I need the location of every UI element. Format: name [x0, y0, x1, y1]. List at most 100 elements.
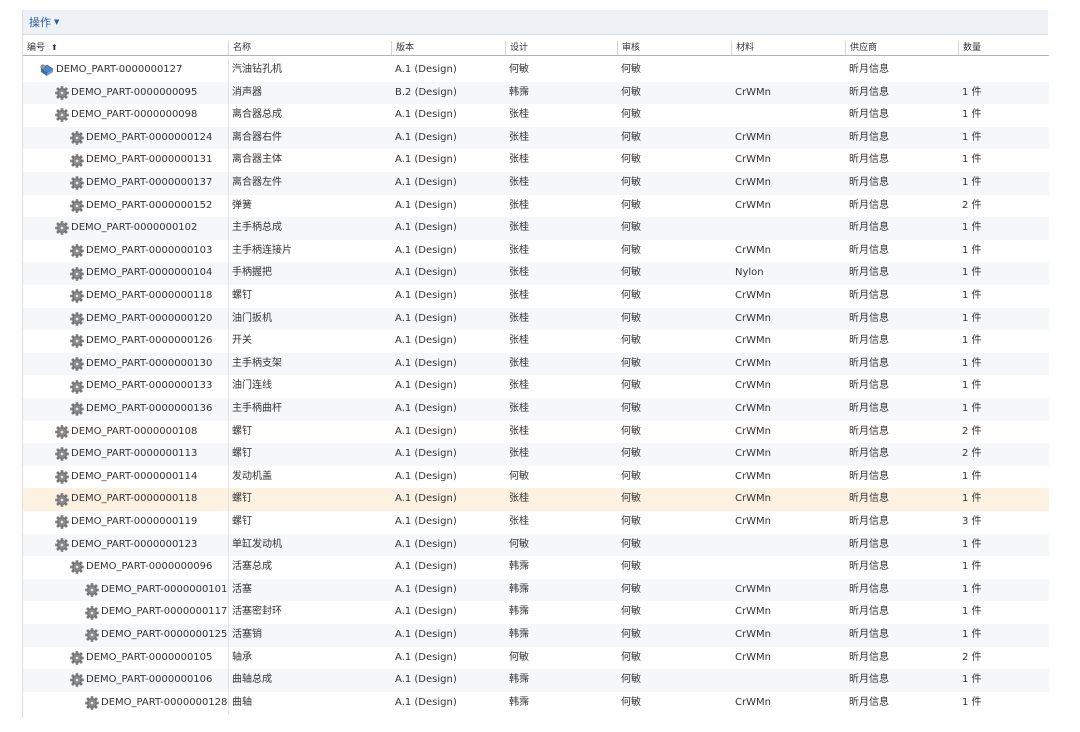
part-number-link[interactable]: DEMO_PART-0000000133 — [86, 375, 212, 398]
part-number-link[interactable]: DEMO_PART-0000000119 — [71, 511, 197, 534]
gear-part-icon[interactable] — [69, 673, 85, 688]
column-header-version[interactable]: 版本 — [391, 41, 505, 55]
part-number-link[interactable]: DEMO_PART-0000000118 — [71, 488, 197, 511]
gear-part-icon[interactable] — [69, 266, 85, 281]
action-menu-button[interactable]: 操作 ▼ — [29, 14, 59, 30]
cell-material: CrWMn — [735, 651, 771, 663]
column-header-review[interactable]: 审核 — [617, 41, 731, 55]
table-row[interactable]: DEMO_PART-0000000098 离合器总成 A.1 (Design) 张桂 何… — [23, 104, 1049, 127]
part-number-link[interactable]: DEMO_PART-0000000123 — [71, 534, 197, 557]
table-row[interactable]: DEMO_PART-0000000105 轴承 A.1 (Design) 何敏 何敏 Cr… — [23, 646, 1049, 670]
table-row[interactable]: DEMO_PART-0000000125 活塞销 A.1 (Design) 韩霈 何敏 C… — [23, 624, 1049, 647]
cell-version: A.1 (Design) — [395, 290, 457, 301]
part-number-link[interactable]: DEMO_PART-0000000152 — [86, 195, 212, 218]
table-row[interactable]: DEMO_PART-0000000102 主手柄总成 A.1 (Design) 张桂 何… — [23, 217, 1049, 240]
part-number-link[interactable]: DEMO_PART-0000000131 — [86, 149, 212, 172]
column-header-quantity[interactable]: 数量 — [958, 41, 1049, 55]
table-row[interactable]: DEMO_PART-0000000103 主手柄连接片 A.1 (Design) 张桂… — [23, 239, 1049, 263]
gear-part-icon[interactable] — [54, 515, 70, 529]
part-number-link[interactable]: DEMO_PART-0000000114 — [71, 466, 197, 489]
table-row[interactable]: DEMO_PART-0000000119 螺钉 A.1 (Design) 张桂 何敏 Cr… — [23, 511, 1049, 534]
gear-part-icon[interactable] — [54, 470, 70, 484]
table-row[interactable]: DEMO_PART-0000000137 离合器左件 A.1 (Design) 张桂 何… — [23, 172, 1049, 195]
part-number-link[interactable]: DEMO_PART-0000000136 — [86, 398, 212, 421]
column-header-number[interactable]: 编号 ⬆ — [23, 41, 228, 55]
sort-up-icon[interactable]: ⬆ — [51, 43, 58, 52]
table-row[interactable]: DEMO_PART-0000000118 螺钉 A.1 (Design) 张桂 何敏 Cr… — [23, 488, 1049, 511]
table-row[interactable]: DEMO_PART-0000000124 离合器右件 A.1 (Design) 张桂 何… — [23, 126, 1049, 150]
table-row[interactable]: DEMO_PART-0000000106 曲轴总成 A.1 (Design) 韩霈 何敏… — [23, 669, 1049, 692]
part-number-link[interactable]: DEMO_PART-0000000101 — [101, 579, 227, 602]
gear-part-icon[interactable] — [69, 244, 85, 258]
gear-part-icon[interactable] — [69, 153, 85, 168]
gear-part-icon[interactable] — [69, 357, 85, 371]
part-number-link[interactable]: DEMO_PART-0000000095 — [71, 82, 197, 105]
column-header-material[interactable]: 材料 — [731, 41, 845, 55]
part-number-link[interactable]: DEMO_PART-0000000102 — [71, 217, 197, 240]
table-row[interactable]: DEMO_PART-0000000126 开关 A.1 (Design) 张桂 何敏 Cr… — [23, 330, 1049, 353]
part-number-link[interactable]: DEMO_PART-0000000120 — [86, 308, 212, 331]
table-row[interactable]: DEMO_PART-0000000113 螺钉 A.1 (Design) 张桂 何敏 Cr… — [23, 443, 1049, 466]
part-number-link[interactable]: DEMO_PART-0000000126 — [86, 330, 212, 353]
table-row[interactable]: DEMO_PART-0000000136 主手柄曲杆 A.1 (Design) 张桂 何… — [23, 398, 1049, 421]
table-row[interactable]: DEMO_PART-0000000096 活塞总成 A.1 (Design) 韩霈 何敏… — [23, 556, 1049, 579]
gear-part-icon[interactable] — [69, 402, 85, 416]
part-number-link[interactable]: DEMO_PART-0000000125 — [101, 624, 227, 647]
table-row[interactable]: DEMO_PART-0000000104 手柄握把 A.1 (Design) 张桂 何敏… — [23, 262, 1049, 285]
table-row[interactable]: DEMO_PART-0000000118 螺钉 A.1 (Design) 张桂 何敏 Cr… — [23, 285, 1049, 308]
gear-part-icon[interactable] — [54, 538, 70, 552]
table-row[interactable]: DEMO_PART-0000000108 螺钉 A.1 (Design) 张桂 何敏 Cr… — [23, 420, 1049, 444]
table-row[interactable]: DEMO_PART-0000000133 油门连线 A.1 (Design) 张桂 何敏… — [23, 375, 1049, 398]
table-row[interactable]: DEMO_PART-0000000120 油门扳机 A.1 (Design) 张桂 何敏… — [23, 307, 1049, 331]
gear-part-icon[interactable] — [84, 628, 100, 642]
gear-part-icon[interactable] — [54, 447, 70, 462]
column-header-supplier[interactable]: 供应商 — [845, 41, 958, 55]
gear-part-icon[interactable] — [84, 605, 100, 620]
part-number-link[interactable]: DEMO_PART-0000000130 — [86, 353, 212, 376]
gear-part-icon[interactable] — [54, 86, 70, 100]
table-row[interactable]: DEMO_PART-0000000128 曲轴 A.1 (Design) 韩霈 何敏 Cr… — [23, 691, 1049, 715]
gear-part-icon[interactable] — [69, 651, 85, 665]
part-number-link[interactable]: DEMO_PART-0000000103 — [86, 240, 212, 263]
part-number-link[interactable]: DEMO_PART-0000000117 — [101, 601, 227, 624]
table-row[interactable]: DEMO_PART-0000000123 单缸发动机 A.1 (Design) 何敏 何… — [23, 533, 1049, 557]
assembly-icon[interactable] — [39, 63, 55, 77]
gear-part-icon[interactable] — [69, 560, 85, 575]
table-row[interactable]: DEMO_PART-0000000130 主手柄支架 A.1 (Design) 张桂 何… — [23, 352, 1049, 376]
table-row[interactable]: DEMO_PART-0000000127 汽油钻孔机 A.1 (Design) 何敏 何… — [23, 59, 1049, 82]
table-row[interactable]: DEMO_PART-0000000152 弹簧 A.1 (Design) 张桂 何敏 Cr… — [23, 194, 1049, 218]
table-row[interactable]: DEMO_PART-0000000095 消声器 B.2 (Design) 韩霈 何敏 C… — [23, 81, 1049, 105]
part-number-link[interactable]: DEMO_PART-0000000113 — [71, 443, 197, 466]
part-number-link[interactable]: DEMO_PART-0000000105 — [86, 647, 212, 670]
column-header-name[interactable]: 名称 — [228, 41, 391, 55]
part-number-link[interactable]: DEMO_PART-0000000104 — [86, 262, 212, 285]
table-row[interactable]: DEMO_PART-0000000131 离合器主体 A.1 (Design) 张桂 何… — [23, 149, 1049, 172]
column-header-design[interactable]: 设计 — [505, 41, 617, 55]
gear-part-icon[interactable] — [69, 131, 85, 145]
part-number-link[interactable]: DEMO_PART-0000000106 — [86, 669, 212, 692]
gear-part-icon[interactable] — [54, 221, 70, 236]
part-number-link[interactable]: DEMO_PART-0000000137 — [86, 172, 212, 195]
gear-part-icon[interactable] — [84, 583, 100, 597]
part-number-link[interactable]: DEMO_PART-0000000127 — [56, 59, 182, 82]
part-number-link[interactable]: DEMO_PART-0000000096 — [86, 556, 212, 579]
gear-part-icon[interactable] — [54, 492, 70, 507]
table-row[interactable]: DEMO_PART-0000000114 发动机盖 A.1 (Design) 何敏 何敏… — [23, 465, 1049, 489]
gear-part-icon[interactable] — [69, 312, 85, 326]
part-number-link[interactable]: DEMO_PART-0000000128 — [101, 692, 227, 715]
table-row[interactable]: DEMO_PART-0000000117 活塞密封环 A.1 (Design) 韩霈 何… — [23, 601, 1049, 624]
cell-design: 张桂 — [509, 267, 529, 279]
gear-part-icon[interactable] — [69, 199, 85, 213]
gear-part-icon[interactable] — [69, 289, 85, 303]
gear-part-icon[interactable] — [84, 696, 100, 710]
gear-part-icon[interactable] — [69, 176, 85, 190]
part-number-link[interactable]: DEMO_PART-0000000124 — [86, 127, 212, 150]
gear-part-icon[interactable] — [54, 108, 70, 123]
part-number-link[interactable]: DEMO_PART-0000000118 — [86, 285, 212, 308]
gear-part-icon[interactable] — [54, 425, 70, 439]
part-number-link[interactable]: DEMO_PART-0000000108 — [71, 421, 197, 444]
gear-part-icon[interactable] — [69, 334, 85, 349]
part-number-link[interactable]: DEMO_PART-0000000098 — [71, 104, 197, 127]
gear-part-icon[interactable] — [69, 379, 85, 394]
table-row[interactable]: DEMO_PART-0000000101 活塞 A.1 (Design) 韩霈 何敏 Cr… — [23, 578, 1049, 602]
